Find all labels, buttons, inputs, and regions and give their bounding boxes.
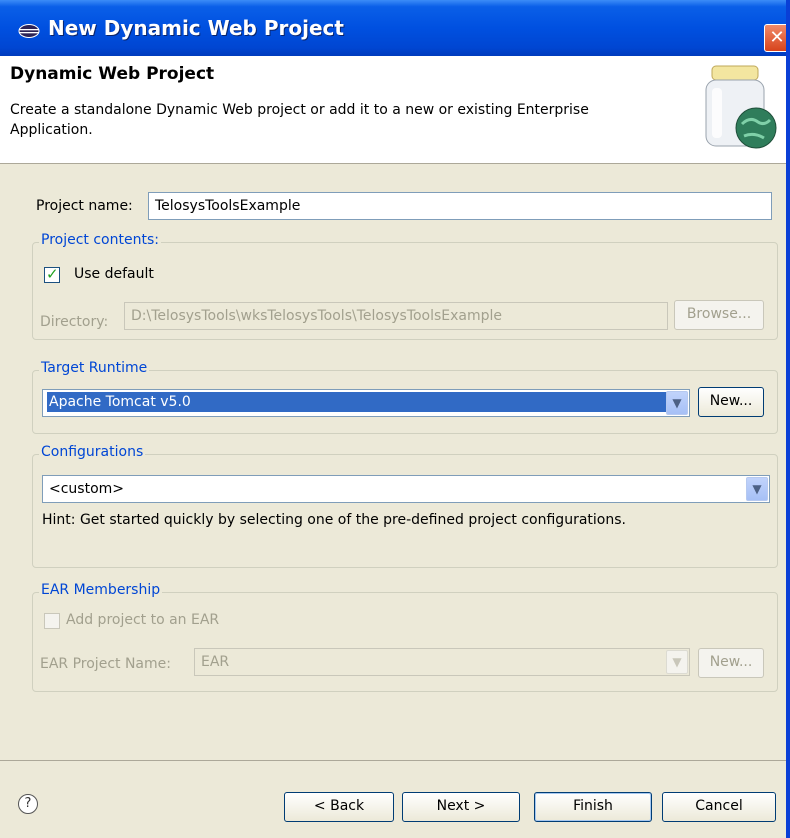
finish-button[interactable]: Finish bbox=[534, 792, 652, 822]
back-button[interactable]: < Back bbox=[284, 792, 394, 822]
close-button[interactable]: ✕ bbox=[764, 24, 786, 52]
close-icon: ✕ bbox=[769, 27, 785, 48]
configurations-value: <custom> bbox=[49, 481, 125, 497]
project-contents-legend: Project contents: bbox=[39, 232, 161, 248]
use-default-checkbox[interactable]: ✓ bbox=[44, 265, 60, 283]
wizard-banner: Dynamic Web Project Create a standalone … bbox=[0, 56, 786, 164]
ear-project-name-value: EAR bbox=[201, 654, 230, 670]
banner-title: Dynamic Web Project bbox=[10, 64, 215, 84]
configurations-dropdown[interactable]: <custom> ▼ bbox=[42, 475, 770, 503]
title-bar[interactable]: New Dynamic Web Project ✕ bbox=[0, 0, 786, 56]
configurations-legend: Configurations bbox=[39, 444, 146, 460]
target-runtime-legend: Target Runtime bbox=[39, 360, 150, 376]
ear-project-name-dropdown[interactable]: EAR ▼ bbox=[194, 648, 690, 676]
footer-separator bbox=[0, 760, 786, 761]
ear-membership-group: EAR Membership bbox=[32, 582, 778, 692]
next-button[interactable]: Next > bbox=[402, 792, 520, 822]
eclipse-icon bbox=[18, 24, 40, 38]
directory-input[interactable]: D:\TelosysTools\wksTelosysTools\TelosysT… bbox=[124, 302, 668, 330]
help-icon[interactable]: ? bbox=[18, 794, 38, 814]
new-runtime-button[interactable]: New... bbox=[698, 387, 764, 417]
banner-description: Create a standalone Dynamic Web project … bbox=[10, 102, 589, 138]
window-title: New Dynamic Web Project bbox=[48, 16, 344, 40]
project-name-input[interactable]: TelosysToolsExample bbox=[148, 192, 772, 220]
chevron-down-icon[interactable]: ▼ bbox=[666, 650, 688, 674]
directory-label: Directory: bbox=[40, 314, 109, 330]
project-name-label: Project name: bbox=[36, 198, 133, 214]
checkmark-icon: ✓ bbox=[46, 265, 59, 283]
dialog-window: New Dynamic Web Project ✕ Dynamic Web Pr… bbox=[0, 0, 790, 838]
use-default-label: Use default bbox=[74, 266, 154, 282]
web-project-jar-icon bbox=[705, 65, 777, 149]
ear-membership-legend: EAR Membership bbox=[39, 582, 163, 598]
target-runtime-dropdown[interactable]: Apache Tomcat v5.0 ▼ bbox=[42, 389, 690, 417]
browse-button[interactable]: Browse... bbox=[674, 300, 764, 330]
add-to-ear-label: Add project to an EAR bbox=[66, 612, 220, 628]
ear-project-name-label: EAR Project Name: bbox=[40, 656, 171, 672]
chevron-down-icon[interactable]: ▼ bbox=[746, 477, 768, 501]
target-runtime-value: Apache Tomcat v5.0 bbox=[47, 392, 685, 412]
chevron-down-icon[interactable]: ▼ bbox=[666, 391, 688, 415]
configurations-hint: Hint: Get started quickly by selecting o… bbox=[42, 512, 626, 528]
configurations-group: Configurations bbox=[32, 444, 778, 568]
new-ear-button[interactable]: New... bbox=[698, 648, 764, 678]
cancel-button[interactable]: Cancel bbox=[662, 792, 776, 822]
add-to-ear-checkbox[interactable] bbox=[44, 613, 60, 629]
